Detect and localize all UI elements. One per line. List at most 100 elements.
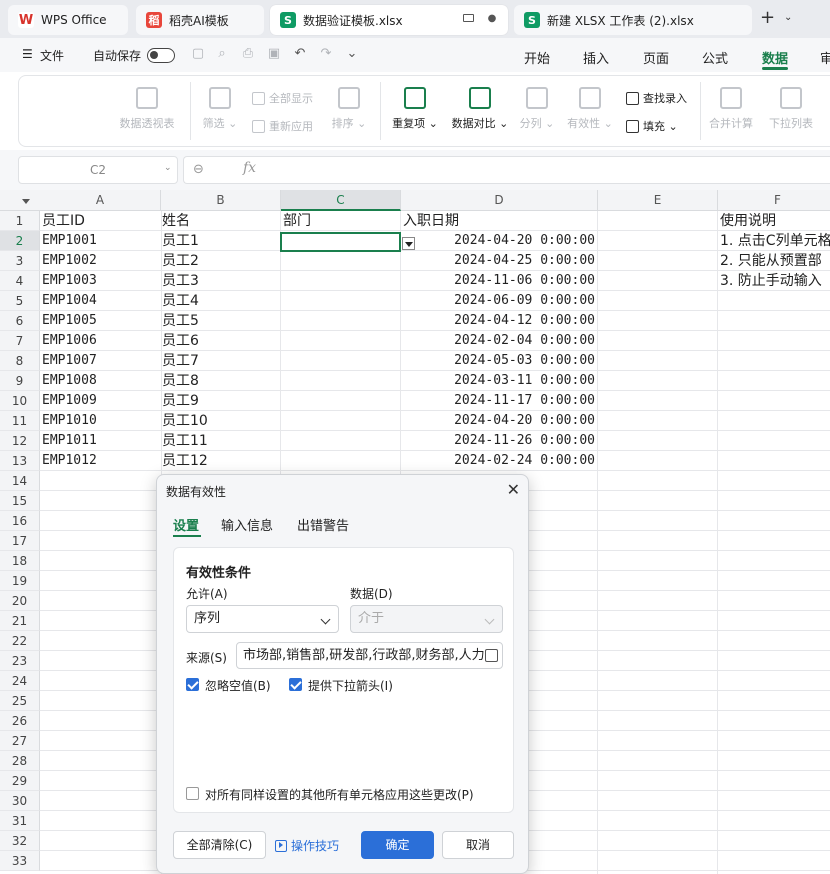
chevron-down-icon[interactable]: ⌄ — [164, 163, 172, 173]
ribbon-tab-data[interactable]: 数据 — [762, 48, 788, 67]
data-compare-button[interactable]: 数据对比 ⌄ — [450, 87, 510, 131]
cell-hire-date[interactable]: 2024-11-26 0:00:00 — [403, 431, 595, 451]
dropdown-list-button[interactable]: 下拉列表 — [766, 87, 816, 131]
tab-settings[interactable]: 设置 — [173, 515, 199, 534]
row-header[interactable]: 16 — [0, 511, 40, 531]
tab-docer-ai[interactable]: 稻 稻壳AI模板 — [136, 5, 264, 35]
print-preview-icon[interactable]: ▣ — [266, 45, 282, 63]
tab-new-xlsx[interactable]: S 新建 XLSX 工作表 (2).xlsx — [514, 5, 752, 35]
cell-employee-id[interactable]: EMP1005 — [42, 311, 160, 331]
cell-employee-name[interactable]: 员工1 — [162, 231, 278, 251]
cell-hire-date[interactable]: 2024-04-20 0:00:00 — [403, 231, 595, 251]
column-header-d[interactable]: D — [401, 190, 598, 211]
cell-employee-name[interactable]: 员工2 — [162, 251, 278, 271]
print-icon[interactable]: ⎙ — [240, 45, 256, 63]
fill-button[interactable]: 填充 ⌄ — [626, 118, 678, 134]
cell-dropdown-button[interactable] — [402, 237, 415, 250]
ignore-blank-checkbox[interactable] — [186, 678, 199, 691]
row-header[interactable]: 22 — [0, 631, 40, 651]
row-header[interactable]: 13 — [0, 451, 40, 471]
cell-employee-name[interactable]: 员工6 — [162, 331, 278, 351]
clear-all-button[interactable]: 全部清除(C) — [173, 831, 266, 859]
row-header[interactable]: 10 — [0, 391, 40, 411]
cell-hire-date[interactable]: 2024-02-24 0:00:00 — [403, 451, 595, 471]
cell-employee-id[interactable]: EMP1006 — [42, 331, 160, 351]
filter-button[interactable]: 筛选 ⌄ — [200, 87, 240, 131]
column-header-a[interactable]: A — [40, 190, 161, 211]
undo-icon[interactable]: ↶ — [292, 45, 308, 63]
tab-validation-template[interactable]: S 数据验证模板.xlsx ● — [270, 5, 508, 35]
row-header[interactable]: 5 — [0, 291, 40, 311]
tab-error-alert[interactable]: 出错警告 — [297, 515, 349, 534]
pivot-table-button[interactable]: 数据透视表 — [116, 87, 178, 131]
sort-button[interactable]: 排序 ⌄ — [330, 87, 368, 131]
row-header[interactable]: 1 — [0, 211, 40, 231]
ribbon-tab-page[interactable]: 页面 — [643, 48, 669, 67]
cell-employee-name[interactable]: 员工5 — [162, 311, 278, 331]
more-icon[interactable]: ⌄ — [344, 45, 360, 63]
row-header[interactable]: 26 — [0, 711, 40, 731]
dropdown-arrow-checkbox[interactable] — [289, 678, 302, 691]
cell-employee-id[interactable]: EMP1004 — [42, 291, 160, 311]
validity-button[interactable]: 有效性 ⌄ — [566, 87, 614, 131]
cell-employee-id[interactable]: EMP1007 — [42, 351, 160, 371]
tab-wps-office[interactable]: W WPS Office — [8, 5, 128, 35]
row-header[interactable]: 27 — [0, 731, 40, 751]
row-header[interactable]: 2 — [0, 231, 40, 251]
ribbon-tab-home[interactable]: 开始 — [524, 48, 550, 67]
row-header[interactable]: 32 — [0, 831, 40, 851]
cell-hire-date[interactable]: 2024-11-06 0:00:00 — [403, 271, 595, 291]
cell-employee-id[interactable]: EMP1003 — [42, 271, 160, 291]
cell-header-instructions[interactable]: 使用说明 — [720, 211, 830, 231]
export-icon[interactable]: ⌕ — [214, 45, 230, 63]
cell-employee-id[interactable]: EMP1011 — [42, 431, 160, 451]
close-icon[interactable]: ● — [486, 13, 498, 25]
row-header[interactable]: 7 — [0, 331, 40, 351]
row-header[interactable]: 8 — [0, 351, 40, 371]
source-input[interactable]: 市场部,销售部,研发部,行政部,财务部,人力 — [236, 642, 503, 669]
consolidate-button[interactable]: 合并计算 — [706, 87, 756, 131]
apply-all-checkbox[interactable] — [186, 787, 199, 800]
cell-header-id[interactable]: 员工ID — [42, 211, 160, 231]
ribbon-tab-review[interactable]: 审 — [820, 48, 830, 67]
cell-employee-name[interactable]: 员工8 — [162, 371, 278, 391]
new-tab-plus-icon[interactable]: + — [760, 9, 775, 27]
cell-employee-name[interactable]: 员工4 — [162, 291, 278, 311]
cell-hire-date[interactable]: 2024-04-12 0:00:00 — [403, 311, 595, 331]
cancel-button[interactable]: 取消 — [442, 831, 514, 859]
row-header[interactable]: 6 — [0, 311, 40, 331]
data-select[interactable]: 介于 — [350, 605, 503, 633]
column-header-b[interactable]: B — [161, 190, 281, 211]
cell-header-dept[interactable]: 部门 — [283, 211, 399, 231]
cell-header-date[interactable]: 入职日期 — [403, 211, 595, 231]
zoom-icon[interactable]: ⊖ — [193, 162, 204, 177]
cell-hire-date[interactable]: 2024-11-17 0:00:00 — [403, 391, 595, 411]
cell-hire-date[interactable]: 2024-03-11 0:00:00 — [403, 371, 595, 391]
row-header[interactable]: 20 — [0, 591, 40, 611]
cell-employee-name[interactable]: 员工10 — [162, 411, 278, 431]
fx-icon[interactable]: fx — [243, 160, 256, 176]
row-header[interactable]: 28 — [0, 751, 40, 771]
row-header[interactable]: 17 — [0, 531, 40, 551]
cell-employee-name[interactable]: 员工9 — [162, 391, 278, 411]
chevron-down-icon[interactable]: ⌄ — [784, 12, 792, 23]
cell-employee-name[interactable]: 员工12 — [162, 451, 278, 471]
autosave-toggle[interactable] — [147, 48, 175, 63]
row-header[interactable]: 33 — [0, 851, 40, 871]
cell-employee-id[interactable]: EMP1009 — [42, 391, 160, 411]
split-column-button[interactable]: 分列 ⌄ — [518, 87, 556, 131]
cell-employee-name[interactable]: 员工7 — [162, 351, 278, 371]
lookup-entry-button[interactable]: 查找录入 — [626, 90, 687, 106]
monitor-icon[interactable] — [463, 14, 474, 22]
selected-cell-c2[interactable] — [280, 232, 401, 252]
row-header[interactable]: 21 — [0, 611, 40, 631]
row-header[interactable]: 11 — [0, 411, 40, 431]
apply-all-label[interactable]: 对所有同样设置的其他所有单元格应用这些更改(P) — [205, 786, 474, 803]
row-header[interactable]: 12 — [0, 431, 40, 451]
allow-select[interactable]: 序列 — [186, 605, 339, 633]
dropdown-arrow-label[interactable]: 提供下拉箭头(I) — [308, 677, 393, 694]
column-header-f[interactable]: F — [718, 190, 830, 211]
column-header-c[interactable]: C — [281, 190, 401, 211]
formula-input[interactable] — [183, 156, 830, 184]
tab-input-message[interactable]: 输入信息 — [221, 515, 273, 534]
